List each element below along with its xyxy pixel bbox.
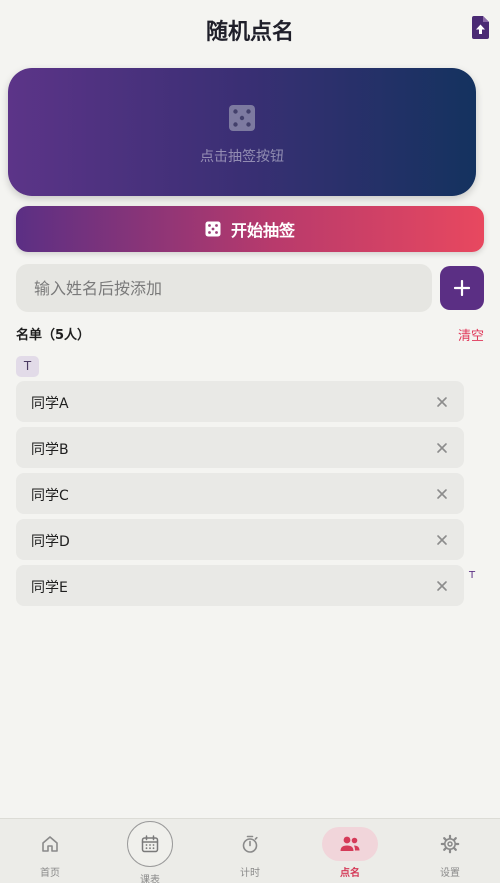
clear-list-button[interactable]: 清空	[458, 325, 484, 344]
nav-item-settings[interactable]: 设置	[400, 819, 500, 883]
result-display-card: 点击抽签按钮	[8, 68, 476, 196]
nav-label-schedule: 课表	[140, 875, 160, 883]
list-item: 同学E	[16, 565, 464, 606]
student-name: 同学C	[31, 488, 69, 504]
student-name: 同学A	[31, 396, 69, 412]
bottom-navigation: 首页 课表 计时 点名 设置	[0, 818, 500, 883]
remove-icon[interactable]	[434, 440, 450, 456]
name-list-title: 名单（5人）	[16, 328, 91, 343]
stopwatch-icon	[242, 835, 258, 853]
remove-icon[interactable]	[434, 578, 450, 594]
export-file-button[interactable]	[470, 16, 490, 40]
remove-icon[interactable]	[434, 532, 450, 548]
dice-icon	[205, 221, 221, 237]
gear-icon	[440, 834, 460, 854]
calendar-icon	[141, 835, 159, 853]
dice-icon	[229, 105, 255, 131]
name-list: 同学A 同学B 同学C 同学D 同学E	[16, 381, 464, 611]
student-name: 同学E	[31, 580, 68, 596]
list-item: 同学A	[16, 381, 464, 422]
nav-label-timer: 计时	[240, 868, 260, 879]
nav-item-home[interactable]: 首页	[0, 819, 100, 883]
start-draw-label: 开始抽签	[230, 221, 295, 240]
student-name: 同学D	[31, 534, 70, 550]
page-title: 随机点名	[205, 20, 294, 45]
nav-label-rollcall: 点名	[340, 868, 360, 879]
home-icon	[42, 836, 58, 852]
result-hint-text: 点击抽签按钮	[200, 149, 284, 165]
alphabet-index-letter[interactable]: T	[469, 570, 475, 581]
student-name: 同学B	[31, 442, 69, 458]
remove-icon[interactable]	[434, 486, 450, 502]
list-item: 同学C	[16, 473, 464, 514]
group-letter-badge: T	[16, 356, 39, 377]
nav-label-home: 首页	[40, 868, 60, 879]
start-draw-button[interactable]: 开始抽签	[16, 206, 484, 252]
list-item: 同学B	[16, 427, 464, 468]
nav-item-rollcall[interactable]: 点名	[300, 819, 400, 883]
nav-item-schedule[interactable]: 课表	[100, 819, 200, 883]
name-input[interactable]	[16, 264, 432, 312]
remove-icon[interactable]	[434, 394, 450, 410]
people-icon	[340, 836, 360, 851]
plus-icon	[454, 280, 470, 296]
nav-item-timer[interactable]: 计时	[200, 819, 300, 883]
add-name-button[interactable]	[440, 266, 484, 310]
file-upload-icon	[472, 16, 489, 39]
nav-label-settings: 设置	[440, 868, 460, 879]
app-header: 随机点名	[0, 0, 500, 60]
list-item: 同学D	[16, 519, 464, 560]
